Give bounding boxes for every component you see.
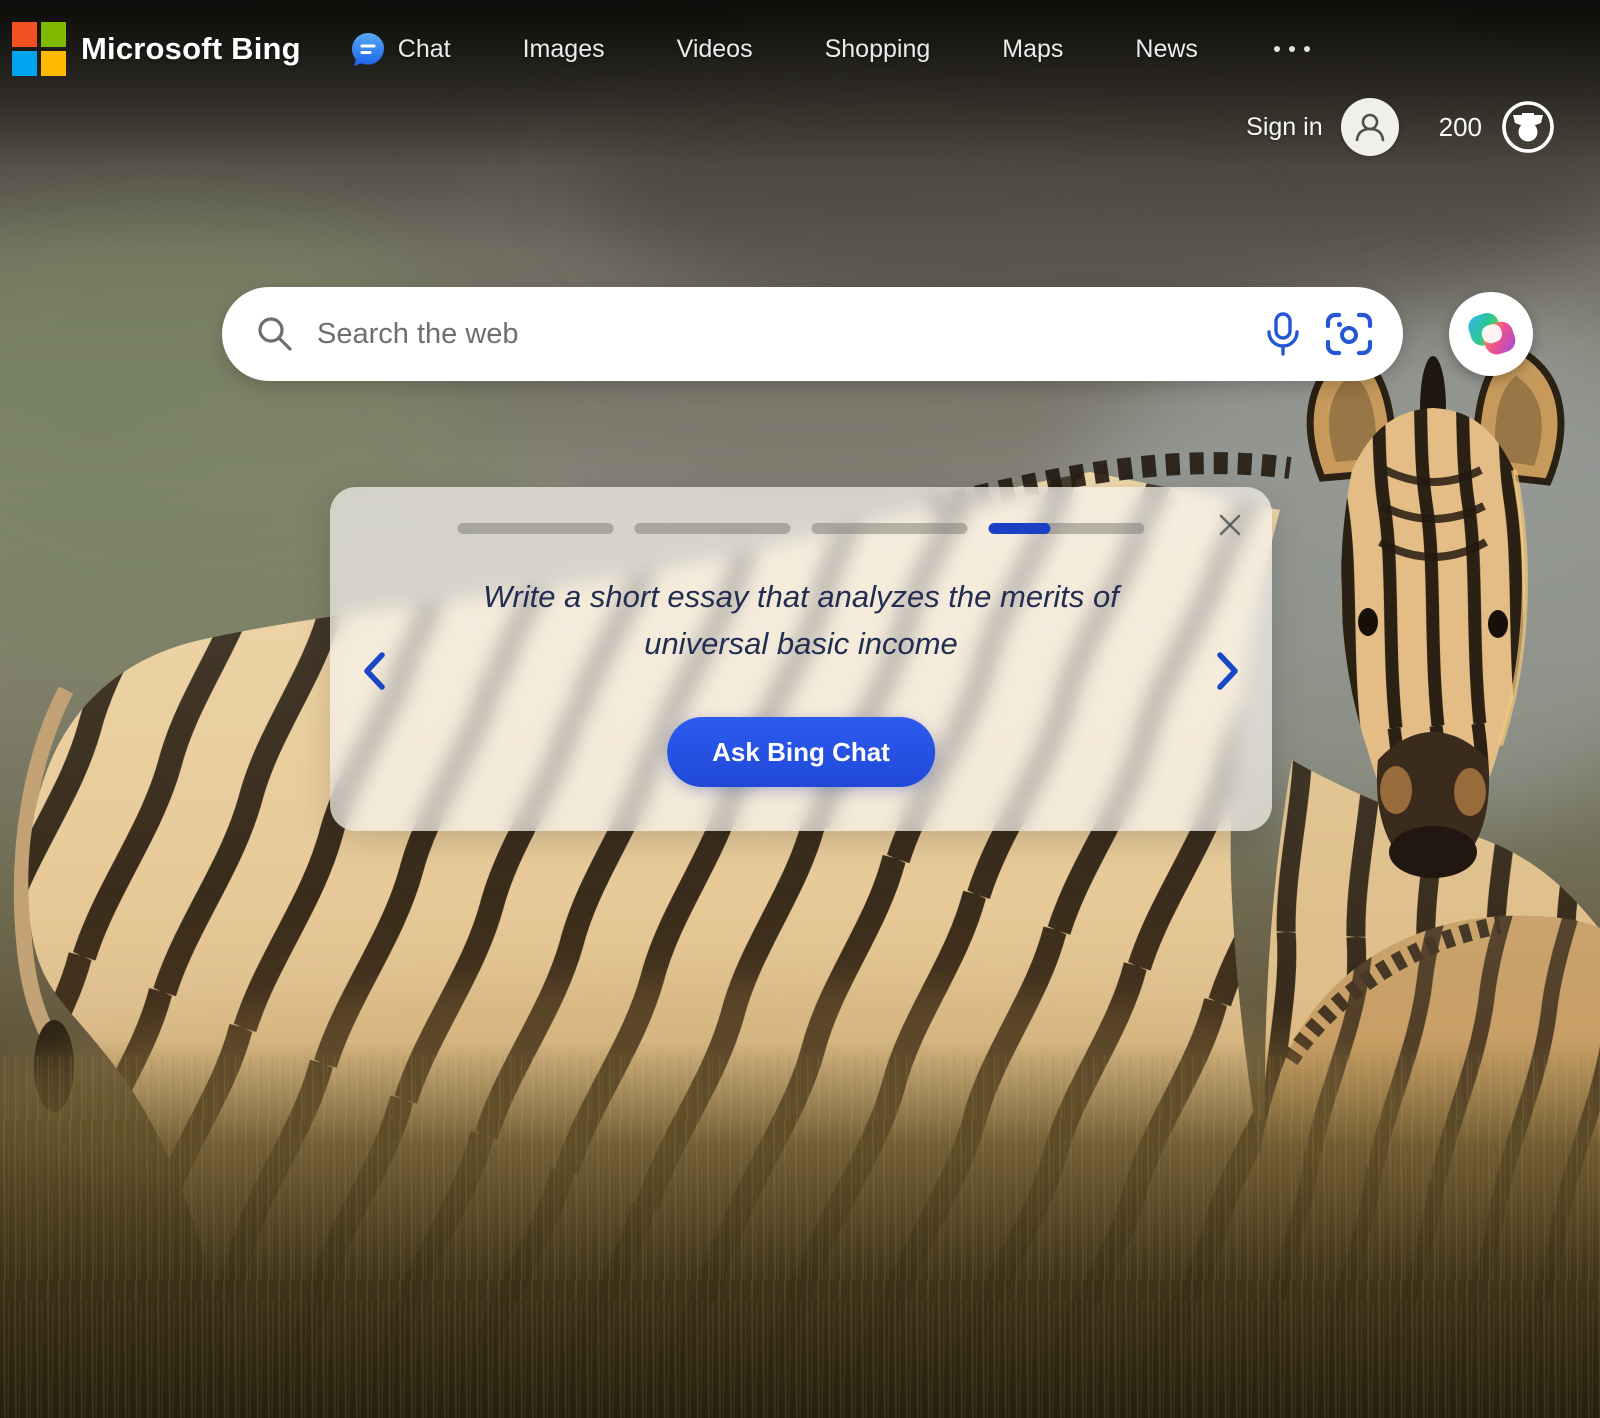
nav-item-maps[interactable]: Maps [1002, 35, 1063, 64]
carousel-next-button[interactable] [1200, 639, 1256, 703]
sign-in-button[interactable]: Sign in [1246, 113, 1322, 142]
close-button[interactable] [1208, 503, 1252, 547]
magnifier-icon [255, 314, 295, 354]
chevron-right-icon [1213, 649, 1243, 693]
person-icon [1351, 108, 1389, 146]
nav-item-news[interactable]: News [1135, 35, 1198, 64]
rewards-points[interactable]: 200 [1439, 112, 1482, 143]
nav-label: Videos [677, 35, 753, 64]
progress-bar[interactable] [812, 523, 968, 534]
close-x-icon [1215, 510, 1245, 540]
nav-item-shopping[interactable]: Shopping [825, 35, 931, 64]
ask-bing-chat-button[interactable]: Ask Bing Chat [667, 717, 935, 787]
microsoft-bing-logo[interactable]: Microsoft Bing [12, 22, 301, 76]
progress-bar[interactable] [458, 523, 614, 534]
progress-active-fill [989, 523, 1051, 534]
copilot-logo-icon [1462, 305, 1520, 363]
search-input[interactable] [315, 317, 1257, 352]
suggested-prompt-text: Write a short essay that analyzes the me… [451, 573, 1151, 668]
primary-nav: Chat Images Videos Shopping Maps News [349, 30, 1314, 68]
avatar[interactable] [1341, 98, 1399, 156]
nav-label: Shopping [825, 35, 931, 64]
carousel-prev-button[interactable] [346, 639, 402, 703]
bing-chat-promo-card: Write a short essay that analyzes the me… [330, 487, 1272, 831]
progress-row [458, 523, 1145, 534]
nav-item-images[interactable]: Images [523, 35, 605, 64]
progress-bar-active[interactable] [989, 523, 1145, 534]
account-row: Sign in 200 [1246, 98, 1556, 156]
search-area [222, 287, 1533, 381]
nav-item-chat[interactable]: Chat [349, 30, 451, 68]
progress-bar[interactable] [635, 523, 791, 534]
nav-label: Maps [1002, 35, 1063, 64]
nav-label: Images [523, 35, 605, 64]
search-bar[interactable] [222, 287, 1403, 381]
chevron-left-icon [359, 649, 389, 693]
rewards-button[interactable] [1500, 99, 1556, 155]
chat-bubble-icon [349, 30, 387, 68]
microsoft-logo-icon [12, 22, 66, 76]
ellipsis-icon[interactable] [1270, 36, 1314, 62]
visual-search-camera-icon[interactable] [1323, 308, 1375, 360]
logo-text: Microsoft Bing [81, 31, 301, 67]
copilot-button[interactable] [1449, 292, 1533, 376]
microphone-icon[interactable] [1257, 308, 1309, 360]
nav-label: Chat [398, 35, 451, 64]
nav-label: News [1135, 35, 1198, 64]
nav-item-videos[interactable]: Videos [677, 35, 753, 64]
medal-icon [1500, 99, 1556, 155]
top-navigation-bar: Microsoft Bing Chat Images Videos Shoppi… [0, 0, 1600, 98]
